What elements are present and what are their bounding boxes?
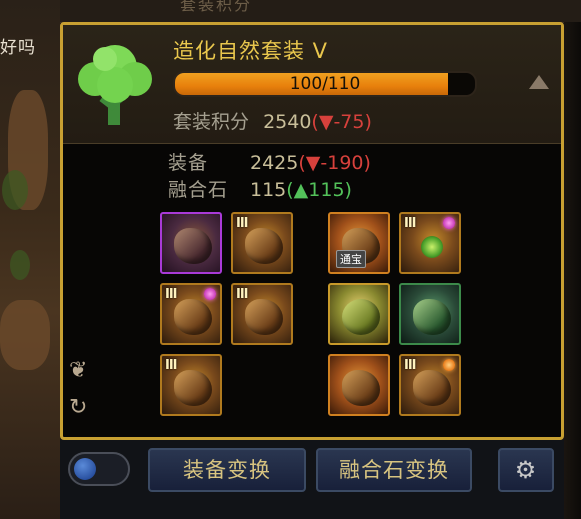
bottom-bar: 装备变换 融合石变换 ⚙ (60, 440, 564, 519)
tradeable-tag: 通宝 (336, 250, 366, 268)
toggle-knob (74, 458, 96, 480)
toggle-switch[interactable] (68, 452, 130, 486)
tier-mark: III (404, 216, 416, 231)
tier-mark: III (165, 287, 177, 302)
pink-gem-icon (204, 288, 216, 300)
collapse-arrow-icon[interactable] (529, 75, 549, 89)
set-score-value: 2540 (263, 111, 312, 133)
equipment-change: (▼-190) (298, 152, 371, 174)
item-icon (413, 299, 451, 335)
pink-gem-icon (443, 217, 455, 229)
tree-icon (78, 45, 152, 125)
equip-swap-button[interactable]: 装备变换 (148, 448, 306, 492)
wrench-gear-icon: ⚙ (514, 456, 538, 484)
item-icon (245, 299, 283, 335)
tier-mark: III (165, 358, 177, 373)
tier-mark: III (236, 287, 248, 302)
equipment-slot-shoes[interactable]: III (160, 354, 222, 416)
set-name: 造化自然套装 V (173, 39, 329, 63)
set-progress-bar: 100/110 (173, 71, 477, 97)
item-icon (174, 299, 212, 335)
tier-mark: III (236, 216, 248, 231)
stats-block: 装备 2425(▼-190) 融合石 115(▲115) (168, 150, 371, 204)
settings-button[interactable]: ⚙ (498, 448, 554, 492)
equipment-score-row: 装备 2425(▼-190) (168, 150, 371, 177)
top-strip-text: 套装积分 (180, 0, 253, 14)
equipment-slot-bracelet[interactable] (328, 283, 390, 345)
tier-mark: III (404, 358, 416, 373)
fusion-value: 115 (250, 179, 287, 201)
heart-wing-icon[interactable]: ❦ (69, 358, 87, 383)
equipment-value: 2425 (250, 152, 299, 174)
orange-gem-icon (443, 359, 455, 371)
item-icon (245, 228, 283, 264)
set-score-label: 套装积分 (173, 111, 250, 133)
fusion-label: 融合石 (168, 179, 229, 201)
equipment-slot-necklace[interactable]: III (399, 212, 461, 274)
equipment-slot-belt[interactable]: III (231, 283, 293, 345)
equipment-slot-top[interactable]: III (231, 212, 293, 274)
item-icon (174, 370, 212, 406)
equipment-slot-ring[interactable] (399, 283, 461, 345)
top-strip: 套装积分 (60, 0, 581, 23)
equipment-slot-magic-stone[interactable]: III (399, 354, 461, 416)
set-score-change: (▼-75) (311, 111, 372, 133)
refresh-icon[interactable]: ↻ (69, 395, 87, 420)
fusion-swap-button[interactable]: 融合石变换 (316, 448, 472, 492)
equipment-slot-pants[interactable]: III (160, 283, 222, 345)
item-icon (342, 299, 380, 335)
item-icon (421, 236, 443, 258)
equipment-slot-weapon[interactable]: 通宝 (328, 212, 390, 274)
equipment-label: 装备 (168, 152, 209, 174)
set-score-row: 套装积分 2540(▼-75) (173, 107, 372, 134)
game-background-left: 好吗 (0, 0, 60, 519)
set-panel: 造化自然套装 V 100/110 套装积分 2540(▼-75) 装备 2425(… (60, 22, 564, 440)
background-text: 好吗 (0, 38, 36, 58)
fusion-change: (▲115) (286, 179, 352, 201)
equipment-slot-support[interactable] (328, 354, 390, 416)
item-icon (342, 370, 380, 406)
equipment-slot-shoulder[interactable] (160, 212, 222, 274)
set-header: 造化自然套装 V 100/110 套装积分 2540(▼-75) (63, 25, 561, 144)
item-icon (174, 228, 212, 264)
progress-text: 100/110 (289, 74, 361, 94)
right-edge (564, 22, 581, 519)
item-icon (413, 370, 451, 406)
fusion-score-row: 融合石 115(▲115) (168, 177, 371, 204)
